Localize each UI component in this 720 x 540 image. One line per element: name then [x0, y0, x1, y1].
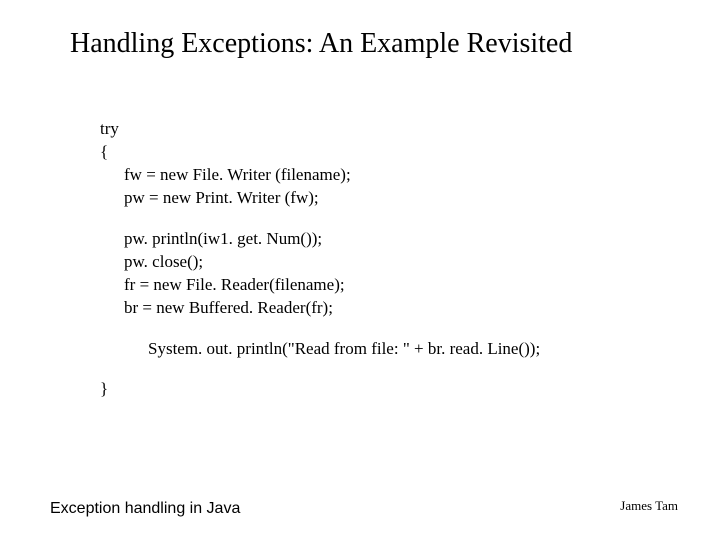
footer-right: James Tam [620, 498, 678, 514]
code-line: { [100, 141, 540, 164]
blank-line [100, 320, 540, 338]
blank-line [100, 210, 540, 228]
slide-title: Handling Exceptions: An Example Revisite… [0, 0, 720, 60]
code-line: br = new Buffered. Reader(fr); [100, 297, 540, 320]
slide: Handling Exceptions: An Example Revisite… [0, 0, 720, 540]
code-line: pw = new Print. Writer (fw); [100, 187, 540, 210]
code-line: try [100, 118, 540, 141]
blank-line [100, 360, 540, 378]
code-line: } [100, 378, 540, 401]
code-line: pw. println(iw1. get. Num()); [100, 228, 540, 251]
code-line: fw = new File. Writer (filename); [100, 164, 540, 187]
code-line: pw. close(); [100, 251, 540, 274]
footer-left: Exception handling in Java [50, 500, 240, 518]
code-block: try { fw = new File. Writer (filename); … [100, 118, 540, 401]
code-line: fr = new File. Reader(filename); [100, 274, 540, 297]
code-line: System. out. println("Read from file: " … [100, 338, 540, 361]
